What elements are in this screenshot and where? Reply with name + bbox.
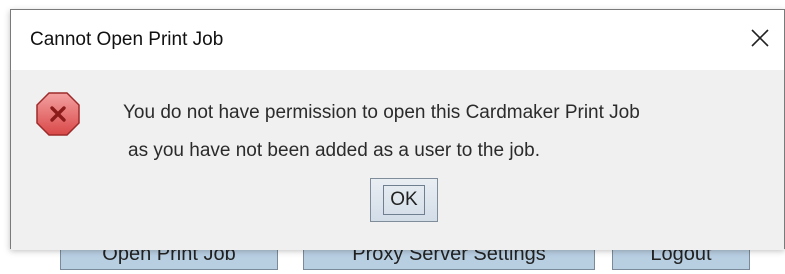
dialog-titlebar[interactable]: Cannot Open Print Job [11,10,784,70]
message-line-1: You do not have permission to open this … [123,102,640,123]
ok-label: OK [383,185,425,215]
dialog-body: You do not have permission to open this … [11,70,784,250]
dialog-message: You do not have permission to open this … [123,94,640,170]
close-button[interactable] [736,10,784,70]
message-line-2: as you have not been added as a user to … [128,140,540,161]
close-icon [750,28,770,53]
ok-button[interactable]: OK [370,178,438,222]
error-dialog: Cannot Open Print Job You do not have pe… [10,9,785,250]
error-icon [35,91,81,137]
dialog-title: Cannot Open Print Job [30,29,224,50]
